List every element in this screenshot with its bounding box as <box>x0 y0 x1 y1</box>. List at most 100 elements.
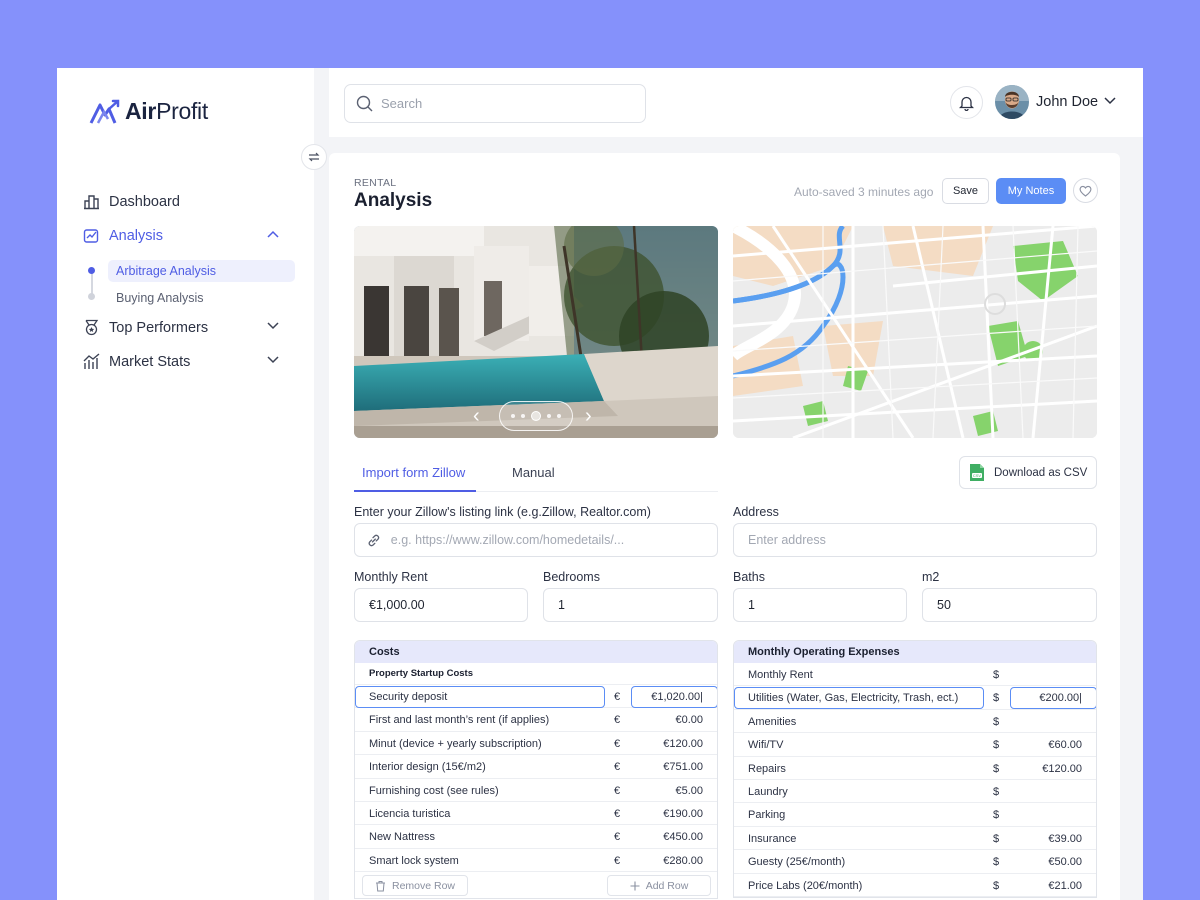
baths-input[interactable] <box>748 598 906 612</box>
baths-label: Baths <box>733 570 765 584</box>
table-row[interactable]: Licencia turistica € €190.00 <box>355 802 717 826</box>
carousel-dot[interactable] <box>521 414 525 418</box>
sidebar-item-market-stats[interactable]: Market Stats <box>83 353 279 370</box>
table-row[interactable]: Guesty (25€/month) $ €50.00 <box>734 850 1096 874</box>
table-row[interactable]: Utilities (Water, Gas, Electricity, Tras… <box>734 686 1096 710</box>
row-value[interactable]: €60.00 <box>1048 739 1082 751</box>
row-value[interactable]: €1,020.00| <box>651 691 703 703</box>
logo[interactable]: AirProfit <box>89 98 208 125</box>
sidebar-item-top-performers[interactable]: Top Performers <box>83 319 279 336</box>
row-value[interactable]: €39.00 <box>1048 833 1082 845</box>
table-row[interactable]: Wifi/TV $ €60.00 <box>734 733 1096 757</box>
sidebar-subitem-buying-analysis[interactable]: Buying Analysis <box>108 287 295 309</box>
table-row[interactable]: Interior design (15€/m2) € €751.00 <box>355 755 717 779</box>
row-label: Insurance <box>748 832 797 845</box>
monthly-rent-field[interactable] <box>354 588 528 622</box>
favorite-button[interactable] <box>1073 178 1098 203</box>
table-row[interactable]: Monthly Rent $ <box>734 663 1096 687</box>
table-row[interactable]: First and last month’s rent (if applies)… <box>355 708 717 732</box>
chevron-down-icon[interactable] <box>267 356 279 364</box>
carousel-dot[interactable] <box>511 414 515 418</box>
table-row[interactable]: Minut (device + yearly subscription) € €… <box>355 732 717 756</box>
monthly-rent-label: Monthly Rent <box>354 570 428 584</box>
analysis-icon <box>83 229 99 243</box>
collapse-sidebar-button[interactable] <box>301 144 327 170</box>
carousel-dot-active[interactable] <box>531 411 541 421</box>
listing-link-label: Enter your Zillow's listing link (e.g.Zi… <box>354 505 651 519</box>
baths-field[interactable] <box>733 588 907 622</box>
table-row[interactable]: Insurance $ €39.00 <box>734 827 1096 851</box>
table-row[interactable]: New Nattress € €450.00 <box>355 825 717 849</box>
user-name[interactable]: John Doe <box>1036 94 1098 110</box>
property-map[interactable] <box>733 226 1097 438</box>
sidebar-item-label: Market Stats <box>109 353 191 370</box>
row-currency: $ <box>993 856 1000 869</box>
row-value[interactable]: €50.00 <box>1048 856 1082 868</box>
download-csv-button[interactable]: CSV Download as CSV <box>959 456 1097 489</box>
table-row[interactable]: Laundry $ <box>734 780 1096 804</box>
table-row[interactable]: Security deposit € €1,020.00| <box>355 685 717 709</box>
row-value[interactable]: €200.00| <box>1039 692 1082 704</box>
carousel-prev-button[interactable]: ‹ <box>473 404 480 428</box>
table-row[interactable]: Amenities $ <box>734 710 1096 734</box>
carousel-indicator[interactable] <box>499 401 573 431</box>
save-button[interactable]: Save <box>942 178 989 204</box>
table-row[interactable]: Price Labs (20€/month) $ €21.00 <box>734 874 1096 897</box>
table-row[interactable]: Furnishing cost (see rules) € €5.00 <box>355 779 717 802</box>
sidebar-item-analysis[interactable]: Analysis <box>83 227 279 244</box>
listing-link-field[interactable] <box>354 523 718 557</box>
row-label: Parking <box>748 809 786 822</box>
search-input[interactable] <box>381 96 631 111</box>
add-row-button[interactable]: Add Row <box>607 875 711 897</box>
m2-field[interactable] <box>922 588 1097 622</box>
address-field[interactable] <box>733 523 1097 557</box>
row-label: Monthly Rent <box>748 669 813 681</box>
row-value[interactable]: €0.00 <box>675 714 703 726</box>
search-box[interactable] <box>344 84 646 123</box>
add-row-label: Add Row <box>645 879 689 892</box>
notifications-button[interactable] <box>950 86 983 119</box>
table-row[interactable]: Smart lock system € €280.00 <box>355 849 717 873</box>
m2-input[interactable] <box>937 598 1096 612</box>
chevron-up-icon[interactable] <box>267 230 279 238</box>
chevron-down-icon[interactable] <box>267 322 279 330</box>
table-row[interactable]: Repairs $ €120.00 <box>734 757 1096 780</box>
monthly-rent-input[interactable] <box>369 598 527 612</box>
row-value[interactable]: €190.00 <box>663 808 703 820</box>
row-value[interactable]: €5.00 <box>675 785 703 797</box>
market-stats-icon <box>83 353 100 369</box>
row-currency: $ <box>993 715 1000 728</box>
row-value[interactable]: €120.00 <box>663 738 703 750</box>
table-row[interactable]: Parking $ <box>734 803 1096 827</box>
address-input[interactable] <box>748 533 1096 547</box>
avatar[interactable] <box>995 85 1029 119</box>
remove-row-button[interactable]: Remove Row <box>362 875 468 897</box>
bedrooms-input[interactable] <box>558 598 717 612</box>
sidebar-item-label: Top Performers <box>109 319 209 336</box>
row-currency: € <box>614 761 621 774</box>
carousel-dot[interactable] <box>557 414 561 418</box>
sidebar-item-dashboard[interactable]: Dashboard <box>83 193 279 210</box>
csv-file-icon: CSV <box>970 464 984 481</box>
tab-manual[interactable]: Manual <box>512 465 555 480</box>
sidebar-subitem-arbitrage-analysis[interactable]: Arbitrage Analysis <box>108 260 295 282</box>
tab-import-from-zillow[interactable]: Import form Zillow <box>362 465 465 480</box>
row-currency: € <box>614 737 621 750</box>
row-value[interactable]: €450.00 <box>663 831 703 843</box>
bedrooms-field[interactable] <box>543 588 718 622</box>
row-currency: € <box>614 807 621 820</box>
row-currency: $ <box>993 879 1000 892</box>
my-notes-button[interactable]: My Notes <box>996 178 1066 204</box>
carousel-dot[interactable] <box>547 414 551 418</box>
row-value[interactable]: €21.00 <box>1048 880 1082 892</box>
bedrooms-label: Bedrooms <box>543 570 600 584</box>
chevron-down-icon[interactable] <box>1104 97 1116 105</box>
row-value[interactable]: €280.00 <box>663 855 703 867</box>
address-label: Address <box>733 505 779 519</box>
row-currency: $ <box>993 785 1000 798</box>
row-value[interactable]: €751.00 <box>663 761 703 773</box>
listing-link-input[interactable] <box>390 533 717 547</box>
row-value[interactable]: €120.00 <box>1042 763 1082 775</box>
row-currency: $ <box>993 762 1000 775</box>
carousel-next-button[interactable]: › <box>585 404 592 428</box>
